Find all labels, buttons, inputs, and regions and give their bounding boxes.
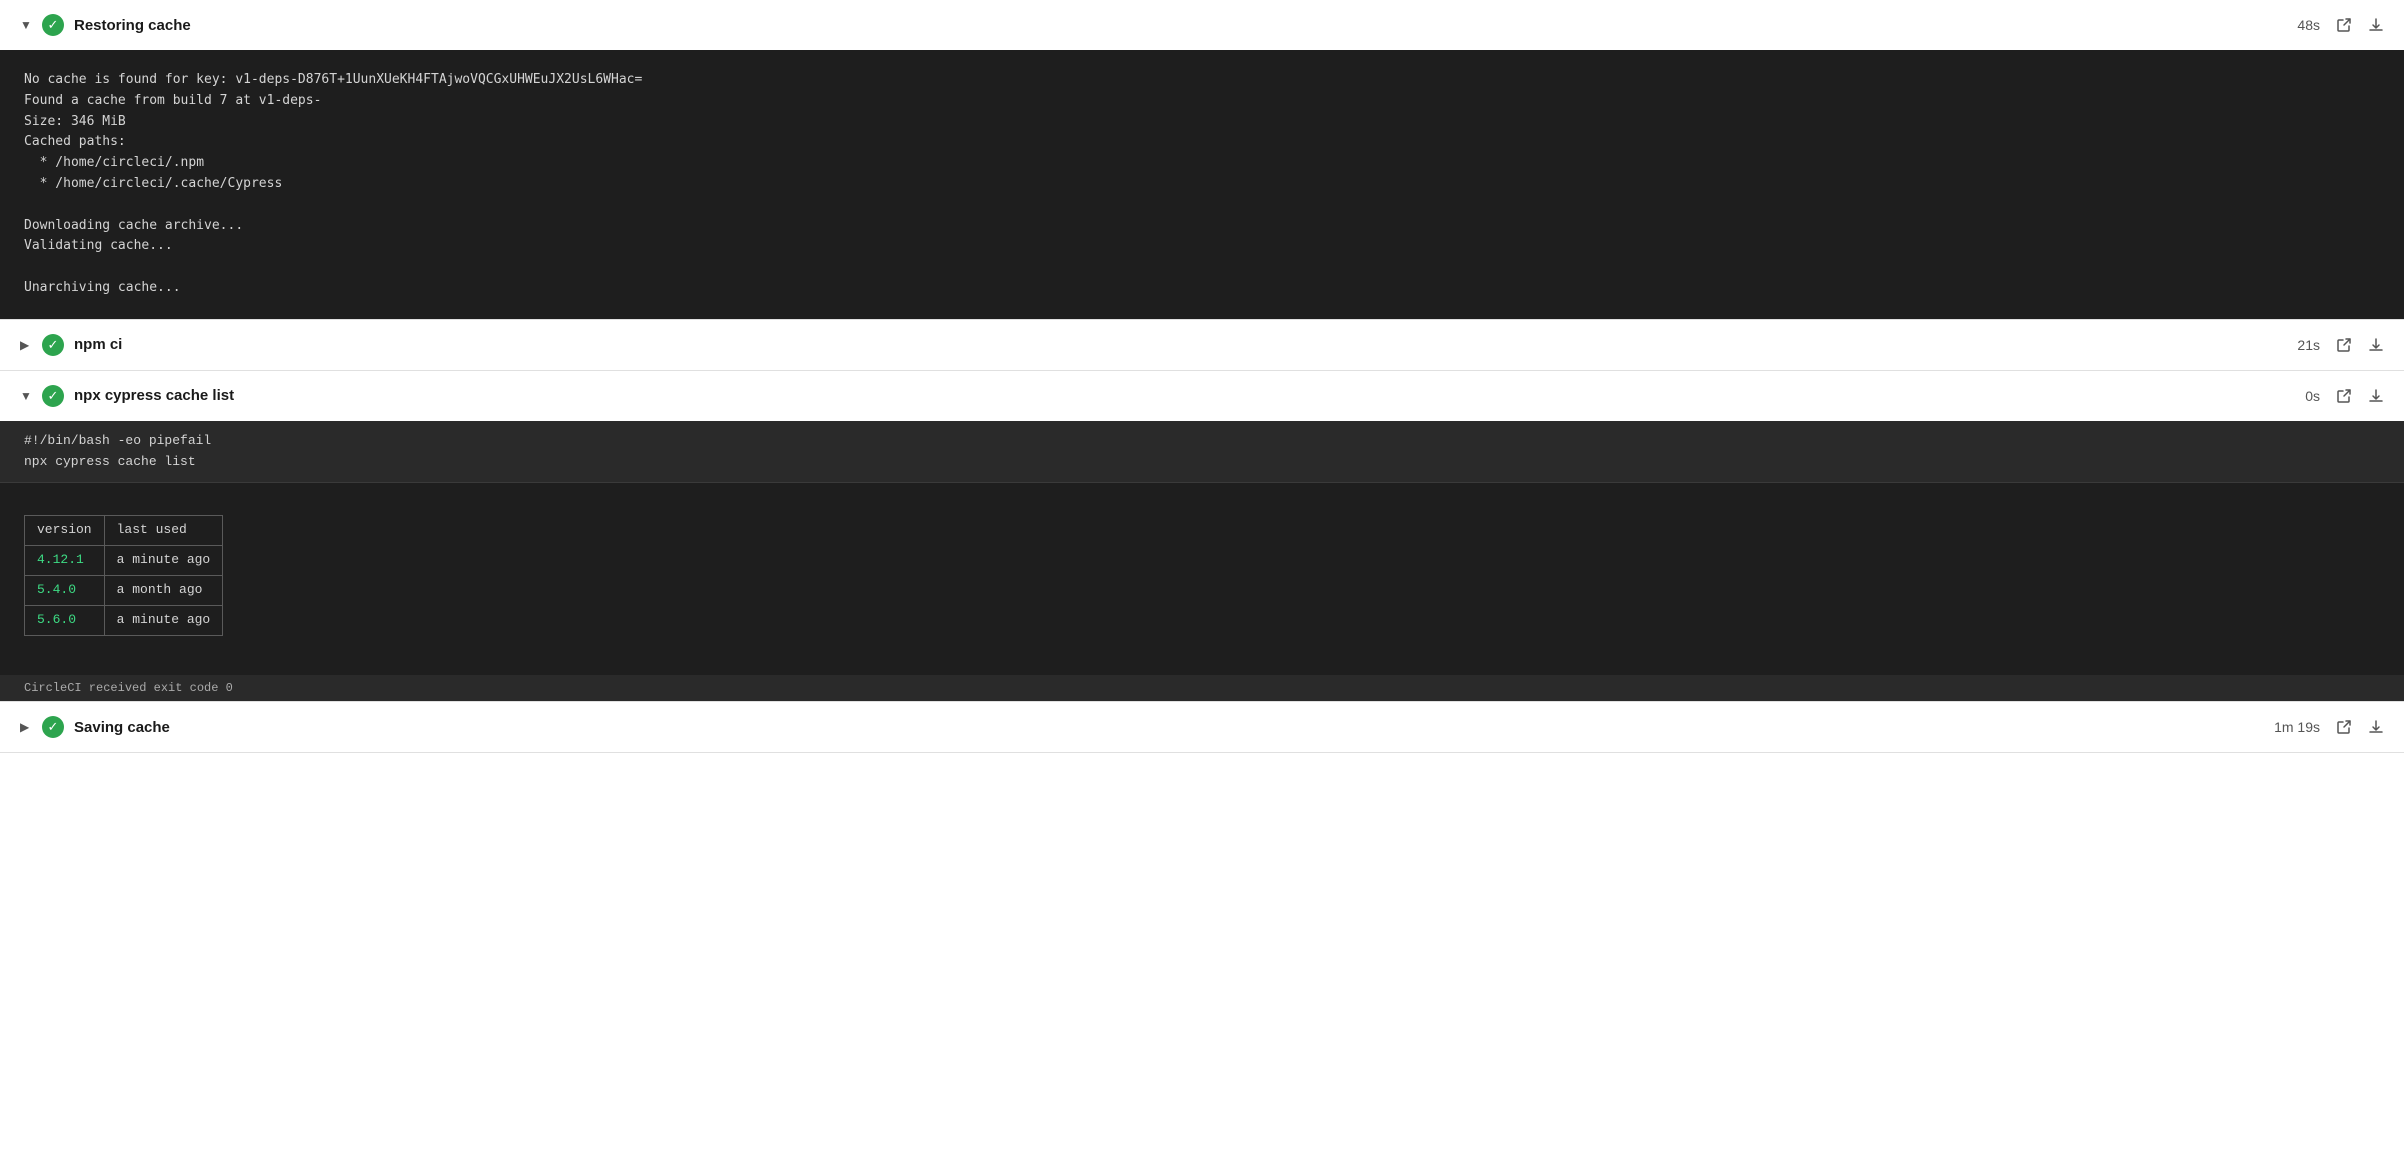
download-icon-npx-cypress[interactable]: [2368, 388, 2384, 404]
header-left: ▼ ✓ Restoring cache: [20, 14, 191, 36]
table-cell-last-used: a month ago: [104, 575, 223, 605]
header-left-npm-ci: ▶ ✓ npm ci: [20, 334, 122, 356]
table-cell-version: 4.12.1: [25, 546, 105, 576]
external-link-icon-saving-cache[interactable]: [2336, 719, 2352, 735]
table-row: 5.6.0a minute ago: [25, 605, 223, 635]
section-title-saving-cache: Saving cache: [74, 719, 170, 736]
header-right-npm-ci: 21s: [2270, 337, 2384, 353]
table-header-last-used: last used: [104, 516, 223, 546]
cache-table-container: version last used 4.12.1a minute ago5.4.…: [24, 515, 223, 635]
status-icon-npx-cypress: ✓: [42, 385, 64, 407]
section-title-npx-cypress: npx cypress cache list: [74, 387, 234, 404]
duration-saving-cache: 1m 19s: [2270, 719, 2320, 735]
header-left-saving-cache: ▶ ✓ Saving cache: [20, 716, 170, 738]
download-icon-saving-cache[interactable]: [2368, 719, 2384, 735]
header-right-npx-cypress: 0s: [2270, 388, 2384, 404]
table-row: 5.4.0a month ago: [25, 575, 223, 605]
status-icon-npm-ci: ✓: [42, 334, 64, 356]
script-line-1: #!/bin/bash -eo pipefail: [24, 431, 2380, 452]
section-npm-ci: ▶ ✓ npm ci 21s: [0, 320, 2404, 371]
header-right-restoring-cache: 48s: [2270, 17, 2384, 33]
download-icon-npm-ci[interactable]: [2368, 337, 2384, 353]
chevron-npx-cypress: ▼: [20, 389, 32, 403]
section-header-restoring-cache[interactable]: ▼ ✓ Restoring cache 48s: [0, 0, 2404, 50]
duration-npm-ci: 21s: [2270, 337, 2320, 353]
section-title-npm-ci: npm ci: [74, 336, 122, 353]
table-header-row: version last used: [25, 516, 223, 546]
script-block-npx-cypress: #!/bin/bash -eo pipefail npx cypress cac…: [0, 421, 2404, 484]
table-row: 4.12.1a minute ago: [25, 546, 223, 576]
external-link-icon-restoring-cache[interactable]: [2336, 17, 2352, 33]
exit-code-bar: CircleCI received exit code 0: [0, 675, 2404, 701]
section-title-restoring-cache: Restoring cache: [74, 17, 191, 34]
section-saving-cache: ▶ ✓ Saving cache 1m 19s: [0, 702, 2404, 753]
chevron-restoring-cache: ▼: [20, 18, 32, 32]
external-link-icon-npm-ci[interactable]: [2336, 337, 2352, 353]
cache-table: version last used 4.12.1a minute ago5.4.…: [24, 515, 223, 635]
section-npx-cypress-cache-list: ▼ ✓ npx cypress cache list 0s #!/bin/b: [0, 371, 2404, 703]
terminal-text-restoring-cache: No cache is found for key: v1-deps-D876T…: [24, 70, 2380, 299]
status-icon-saving-cache: ✓: [42, 716, 64, 738]
table-cell-version: 5.4.0: [25, 575, 105, 605]
exit-code-text: CircleCI received exit code 0: [24, 681, 233, 695]
terminal-restoring-cache: No cache is found for key: v1-deps-D876T…: [0, 50, 2404, 319]
table-header-version: version: [25, 516, 105, 546]
chevron-npm-ci: ▶: [20, 338, 32, 352]
header-right-saving-cache: 1m 19s: [2270, 719, 2384, 735]
table-cell-last-used: a minute ago: [104, 546, 223, 576]
section-restoring-cache: ▼ ✓ Restoring cache 48s No cache is fo: [0, 0, 2404, 320]
duration-restoring-cache: 48s: [2270, 17, 2320, 33]
download-icon-restoring-cache[interactable]: [2368, 17, 2384, 33]
duration-npx-cypress: 0s: [2270, 388, 2320, 404]
terminal-npx-cypress: version last used 4.12.1a minute ago5.4.…: [0, 483, 2404, 675]
external-link-icon-npx-cypress[interactable]: [2336, 388, 2352, 404]
header-left-npx-cypress: ▼ ✓ npx cypress cache list: [20, 385, 234, 407]
section-header-npx-cypress[interactable]: ▼ ✓ npx cypress cache list 0s: [0, 371, 2404, 421]
status-icon-restoring-cache: ✓: [42, 14, 64, 36]
section-header-npm-ci[interactable]: ▶ ✓ npm ci 21s: [0, 320, 2404, 370]
chevron-saving-cache: ▶: [20, 720, 32, 734]
table-cell-version: 5.6.0: [25, 605, 105, 635]
table-cell-last-used: a minute ago: [104, 605, 223, 635]
section-header-saving-cache[interactable]: ▶ ✓ Saving cache 1m 19s: [0, 702, 2404, 752]
script-line-2: npx cypress cache list: [24, 452, 2380, 473]
